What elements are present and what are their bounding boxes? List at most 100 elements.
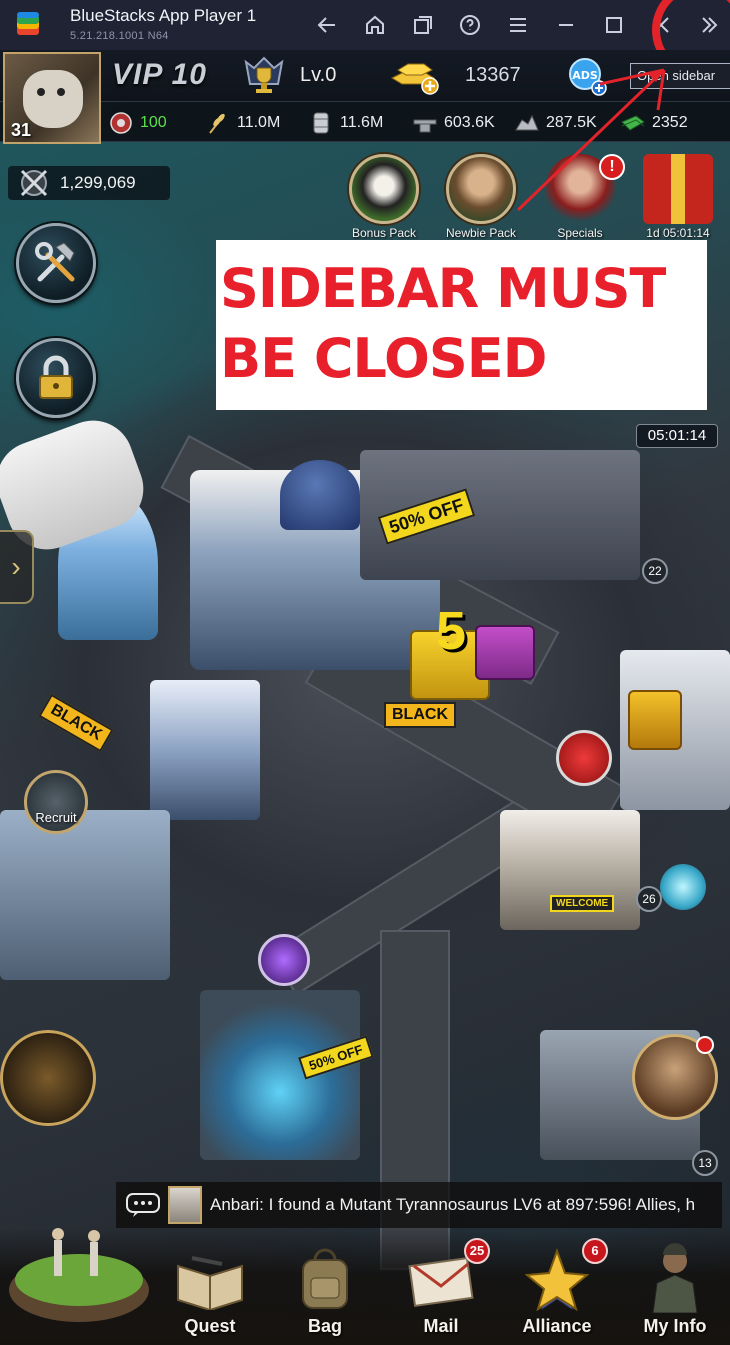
vip-level[interactable]: VIP 10 bbox=[112, 58, 207, 92]
back-button[interactable] bbox=[312, 10, 342, 40]
recruit-button[interactable]: Recruit bbox=[24, 770, 88, 834]
annotation-line-1: SIDEBAR MUST bbox=[220, 257, 666, 320]
padlock-icon bbox=[39, 355, 73, 399]
oil-barrel-icon bbox=[308, 112, 334, 134]
bluestacks-logo-icon bbox=[17, 12, 39, 35]
quest-book-icon bbox=[170, 1242, 250, 1314]
svg-text:ADS: ADS bbox=[572, 69, 598, 82]
resource-value: 287.5K bbox=[546, 114, 597, 131]
help-icon bbox=[460, 15, 480, 35]
annotation-box: SIDEBAR MUST BE CLOSED bbox=[216, 240, 707, 410]
black-friday-banner[interactable]: BLACK bbox=[384, 702, 456, 728]
resource-value: 100 bbox=[140, 114, 167, 131]
double-chevron-right-icon bbox=[702, 17, 718, 33]
world-map-island-button[interactable] bbox=[4, 1180, 154, 1345]
nav-label: Alliance bbox=[522, 1316, 592, 1336]
nav-label: Mail bbox=[423, 1316, 459, 1336]
nav-label: My Info bbox=[643, 1316, 707, 1336]
wheat-icon bbox=[205, 112, 231, 134]
tile-level-badge: 22 bbox=[642, 558, 668, 584]
resource-ore[interactable]: 287.5K bbox=[514, 111, 597, 135]
resource-steel[interactable]: 603.6K bbox=[412, 111, 495, 135]
minimize-icon bbox=[559, 24, 573, 26]
gift-box-icon bbox=[643, 154, 713, 224]
build-tools-button[interactable] bbox=[16, 223, 96, 303]
trophy-icon[interactable] bbox=[242, 54, 286, 98]
expand-left-panel-button[interactable]: › bbox=[0, 530, 34, 604]
annotation-line-2: BE CLOSED bbox=[220, 327, 547, 390]
nav-alliance[interactable]: 6 Alliance bbox=[502, 1238, 612, 1342]
tile-level-badge: 26 bbox=[636, 886, 662, 912]
capitol-dome bbox=[280, 460, 360, 530]
event-timer[interactable]: 05:01:14 bbox=[636, 424, 718, 448]
gift-box[interactable] bbox=[628, 690, 682, 750]
maximize-icon bbox=[606, 17, 622, 33]
recent-apps-icon bbox=[414, 16, 432, 34]
minimize-button[interactable] bbox=[551, 10, 581, 40]
resource-value: 11.6M bbox=[340, 114, 384, 131]
barracks-building[interactable] bbox=[0, 810, 170, 980]
hospital-cross-icon[interactable] bbox=[556, 730, 612, 786]
security-lock-button[interactable] bbox=[16, 338, 96, 418]
gift-counter: 5 bbox=[436, 601, 467, 661]
recent-apps-button[interactable] bbox=[408, 10, 438, 40]
hamburger-menu-icon bbox=[510, 18, 526, 32]
open-sidebar-tooltip[interactable]: Open sidebar bbox=[630, 63, 730, 89]
newbie-pack-button[interactable]: Newbie Pack bbox=[441, 154, 521, 240]
nav-quest[interactable]: Quest bbox=[155, 1242, 265, 1342]
chat-bar[interactable]: Anbari: I found a Mutant Tyrannosaurus L… bbox=[116, 1182, 722, 1228]
player-avatar[interactable]: 31 bbox=[3, 52, 101, 144]
gift-box[interactable] bbox=[475, 625, 535, 680]
wheel-icon bbox=[108, 112, 134, 134]
pack-label: Bonus Pack bbox=[351, 226, 417, 240]
nav-label: Quest bbox=[184, 1316, 236, 1336]
chevron-right-icon: › bbox=[11, 551, 21, 582]
resource-food[interactable]: 11.0M bbox=[205, 111, 280, 135]
resource-oil[interactable]: 11.6M bbox=[308, 111, 383, 135]
back-arrow-icon bbox=[317, 17, 335, 33]
event-tower-icon[interactable] bbox=[0, 1030, 96, 1126]
welcome-sign: WELCOME bbox=[550, 895, 615, 912]
menu-button[interactable] bbox=[503, 10, 533, 40]
resource-cash[interactable]: 2352 bbox=[620, 111, 688, 135]
gem-shop-icon[interactable]: ADS bbox=[565, 56, 609, 96]
portal-icon[interactable] bbox=[660, 864, 706, 910]
maximize-button[interactable] bbox=[599, 10, 629, 40]
nav-label: Bag bbox=[307, 1316, 342, 1336]
sidebar-toggle-button[interactable] bbox=[694, 10, 724, 40]
gift-timer-button[interactable]: 1d 05:01:14 bbox=[638, 154, 718, 240]
crossed-swords-icon bbox=[20, 169, 48, 197]
window-title: BlueStacks App Player 1 bbox=[70, 6, 257, 25]
gold-bars-icon[interactable] bbox=[388, 56, 440, 96]
game-screen[interactable]: 50% OFF 50% OFF BLACK BLACK 5 WELCOME 26… bbox=[0, 50, 730, 1345]
radar-building[interactable] bbox=[200, 990, 360, 1160]
mail-count-badge: 25 bbox=[464, 1238, 490, 1264]
research-building[interactable] bbox=[150, 680, 260, 820]
hospital-building[interactable] bbox=[500, 810, 640, 930]
emulator-titlebar: BlueStacks App Player 1 5.21.218.1001 N6… bbox=[0, 0, 730, 78]
resource-wheel[interactable]: 100 bbox=[108, 111, 167, 135]
resource-value: 603.6K bbox=[444, 114, 495, 131]
nav-mail[interactable]: 25 Mail bbox=[386, 1238, 496, 1342]
radar-icon[interactable] bbox=[258, 934, 310, 986]
gold-amount: 13367 bbox=[465, 64, 521, 86]
specials-alert-badge: ! bbox=[599, 154, 625, 180]
resource-value: 2352 bbox=[652, 114, 688, 131]
power-display[interactable]: 1,299,069 bbox=[8, 166, 170, 200]
nav-my-info[interactable]: My Info bbox=[620, 1242, 730, 1342]
power-value: 1,299,069 bbox=[60, 173, 136, 192]
resource-value: 11.0M bbox=[237, 114, 281, 131]
chat-user-avatar bbox=[168, 1186, 202, 1224]
nav-bag[interactable]: Bag bbox=[270, 1242, 380, 1342]
home-button[interactable] bbox=[360, 10, 390, 40]
account-level: Lv.0 bbox=[300, 64, 337, 86]
window-version: 5.21.218.1001 N64 bbox=[70, 30, 169, 42]
steel-icon bbox=[412, 112, 438, 134]
recruit-label: Recruit bbox=[35, 810, 77, 825]
home-icon bbox=[366, 15, 384, 34]
ore-icon bbox=[514, 112, 540, 134]
help-button[interactable] bbox=[455, 10, 485, 40]
black-friday-banner[interactable]: BLACK bbox=[38, 693, 114, 753]
bonus-pack-button[interactable]: Bonus Pack bbox=[344, 154, 424, 240]
player-level: 31 bbox=[11, 120, 32, 140]
